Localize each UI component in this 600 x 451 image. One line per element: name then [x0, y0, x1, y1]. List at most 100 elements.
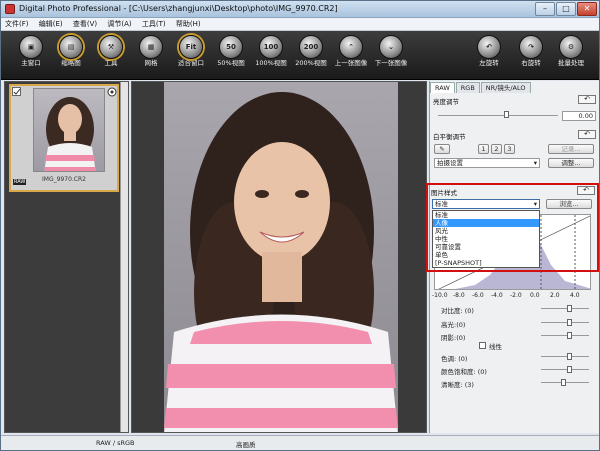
picture-style-option-p-snapshot[interactable]: [P-SNAPSHOT]: [433, 259, 539, 267]
grid-icon: ▦: [139, 35, 163, 59]
highlight-slider-knob[interactable]: [567, 319, 572, 326]
linear-checkbox[interactable]: [479, 342, 486, 349]
zoom-100-button[interactable]: 100 100%视图: [249, 35, 293, 79]
thumbnail-scrollbar[interactable]: [120, 82, 128, 432]
color-tone-slider[interactable]: [541, 356, 589, 357]
wb-record-button[interactable]: 记录...: [548, 144, 594, 154]
picture-style-option-faithful[interactable]: 可靠设置: [433, 243, 539, 251]
menu-file[interactable]: 文件(F): [1, 18, 33, 31]
thumbnail-pane: RAW IMG_9970.CR2: [4, 81, 129, 433]
shadow-slider[interactable]: [541, 335, 589, 336]
close-button[interactable]: ✕: [577, 2, 597, 16]
axis-tick: 0.0: [530, 292, 540, 299]
thumbnail-card[interactable]: RAW IMG_9970.CR2: [9, 84, 119, 192]
toolbar-label: 200%视图: [295, 59, 327, 67]
saturation-slider[interactable]: [541, 369, 589, 370]
picture-style-dropdown-list[interactable]: 标准 人像 风光 中性 可靠设置 单色 [P-SNAPSHOT]: [432, 210, 540, 268]
wb-adjust-button[interactable]: 调整...: [548, 158, 594, 168]
axis-tick: -10.0: [432, 292, 448, 299]
chevron-down-icon: ▾: [533, 159, 537, 167]
menu-bar: 文件(F) 编辑(E) 查看(V) 调节(A) 工具(T) 帮助(H): [1, 18, 599, 31]
highlight-slider[interactable]: [541, 322, 589, 323]
rotate-left-icon: ↶: [477, 35, 501, 59]
contrast-slider[interactable]: [541, 308, 589, 309]
batch-process-button[interactable]: ⚙ 批量处理: [549, 35, 593, 79]
toolbar-label: 下一张图像: [374, 59, 408, 67]
menu-view[interactable]: 查看(V): [69, 18, 101, 31]
brightness-slider[interactable]: [438, 115, 558, 116]
zoom-200-button[interactable]: 200 200%视图: [289, 35, 333, 79]
next-image-button[interactable]: ⌄ 下一张图像: [369, 35, 413, 79]
color-tone-slider-knob[interactable]: [567, 353, 572, 360]
fit-window-button[interactable]: Fit 适合窗口: [169, 35, 213, 79]
picture-style-title: 图片样式: [431, 189, 457, 197]
tools-button[interactable]: ⚒ 工具: [89, 35, 133, 79]
brightness-reset-button[interactable]: ↶: [578, 95, 596, 104]
tab-rgb[interactable]: RGB: [455, 82, 480, 93]
zoom-100-icon: 100: [259, 35, 283, 59]
chevron-down-icon: ▾: [533, 200, 537, 208]
contrast-label: 对比度: (0): [441, 307, 474, 315]
picture-style-option-standard[interactable]: 标准: [433, 211, 539, 219]
picture-style-option-portrait[interactable]: 人像: [433, 219, 539, 227]
minimize-button[interactable]: –: [535, 2, 555, 16]
status-colorspace: RAW / sRGB: [96, 439, 135, 447]
exposure-axis: -10.0 -8.0 -6.0 -4.0 -2.0 0.0 2.0 4.0: [432, 292, 593, 301]
wb-mode-value: 拍摄设置: [437, 159, 463, 167]
menu-tools[interactable]: 工具(T): [138, 18, 170, 31]
wb-preset-3-button[interactable]: 3: [504, 144, 515, 154]
shadow-label: 阴影:(0): [441, 334, 466, 342]
edit-mark-icon: [107, 87, 117, 97]
grid-button[interactable]: ▦ 网格: [129, 35, 173, 79]
app-window: Digital Photo Professional - [C:\Users\z…: [0, 0, 600, 451]
checkmark-icon[interactable]: [12, 87, 22, 97]
picture-style-select[interactable]: 标准 ▾: [432, 199, 540, 209]
menu-edit[interactable]: 编辑(E): [35, 18, 67, 31]
brightness-value-field[interactable]: 0.00: [562, 111, 596, 121]
toolbar-label: 50%视图: [217, 59, 245, 67]
maximize-button[interactable]: □: [556, 2, 576, 16]
thumbnail-view-button[interactable]: ▤ 缩略图: [49, 35, 93, 79]
toolbar-label: 左旋转: [479, 59, 499, 67]
picture-style-reset-button[interactable]: ↶: [577, 186, 595, 195]
main-toolbar: ▣ 主窗口 ▤ 缩略图 ⚒ 工具 ▦ 网格 Fit 适合窗口 50 50%视图 …: [1, 31, 599, 80]
white-balance-reset-button[interactable]: ↶: [578, 130, 596, 139]
tab-nr-lens-alo[interactable]: NR/镜头/ALO: [480, 82, 531, 93]
wb-preset-1-button[interactable]: 1: [478, 144, 489, 154]
thumbnail-icon: ▤: [59, 35, 83, 59]
menu-adjust[interactable]: 调节(A): [103, 18, 135, 31]
axis-tick: -8.0: [453, 292, 465, 299]
tools-icon: ⚒: [99, 35, 123, 59]
brightness-slider-knob[interactable]: [504, 111, 509, 118]
previous-image-button[interactable]: ⌃ 上一张图像: [329, 35, 373, 79]
toolbar-label: 主窗口: [21, 59, 41, 67]
wb-mode-select[interactable]: 拍摄设置 ▾: [434, 158, 540, 168]
contrast-slider-knob[interactable]: [567, 305, 572, 312]
rotate-right-button[interactable]: ↷ 右旋转: [509, 35, 553, 79]
palette-tabs: RAW RGB NR/镜头/ALO: [430, 82, 532, 93]
next-image-icon: ⌄: [379, 35, 403, 59]
sharpness-slider-knob[interactable]: [561, 379, 566, 386]
batch-process-icon: ⚙: [559, 35, 583, 59]
rotate-left-button[interactable]: ↶ 左旋转: [467, 35, 511, 79]
color-tone-label: 色调: (0): [441, 355, 468, 363]
menu-help[interactable]: 帮助(H): [172, 18, 205, 31]
picture-style-option-monochrome[interactable]: 单色: [433, 251, 539, 259]
toolbar-label: 右旋转: [521, 59, 541, 67]
picture-style-value: 标准: [435, 200, 448, 208]
picture-style-option-neutral[interactable]: 中性: [433, 235, 539, 243]
toolbar-label: 批量处理: [558, 59, 584, 67]
toolbar-label: 100%视图: [255, 59, 287, 67]
zoom-50-icon: 50: [219, 35, 243, 59]
brightness-title: 亮度调节: [433, 98, 459, 106]
image-viewer: [131, 81, 427, 433]
saturation-slider-knob[interactable]: [567, 366, 572, 373]
tab-raw[interactable]: RAW: [430, 82, 455, 93]
eyedropper-icon[interactable]: ✎: [434, 144, 450, 154]
wb-preset-2-button[interactable]: 2: [491, 144, 502, 154]
picture-style-browse-button[interactable]: 浏览...: [546, 199, 592, 209]
picture-style-option-landscape[interactable]: 风光: [433, 227, 539, 235]
zoom-50-button[interactable]: 50 50%视图: [209, 35, 253, 79]
shadow-slider-knob[interactable]: [567, 332, 572, 339]
main-window-button[interactable]: ▣ 主窗口: [9, 35, 53, 79]
